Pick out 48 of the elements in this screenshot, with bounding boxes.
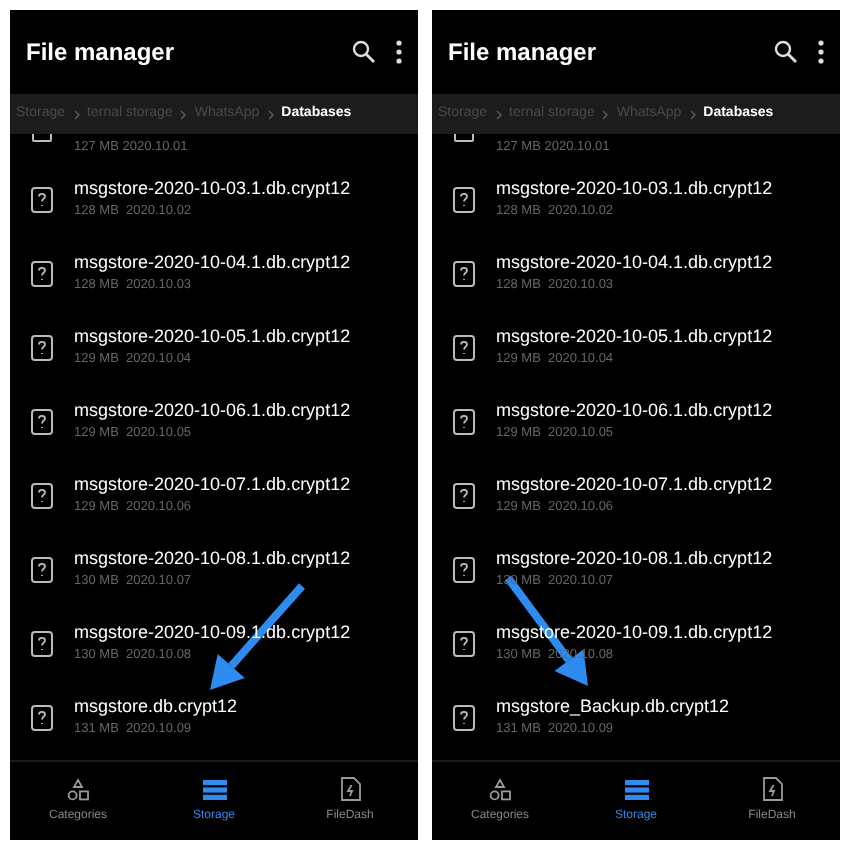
chevron-icon <box>267 109 274 119</box>
file-icon <box>452 259 476 287</box>
file-name: msgstore.db.crypt12 <box>74 693 238 720</box>
shapes-icon <box>66 777 90 801</box>
file-name: msgstore-2020-10-05.1.db.crypt12 <box>74 323 351 350</box>
file-name: msgstore-2020-10-06.1.db.crypt12 <box>496 397 773 424</box>
file-icon <box>30 703 54 731</box>
file-name: msgstore-2020-10-03.1.db.crypt12 <box>496 175 773 202</box>
chevron-icon <box>180 109 187 119</box>
document-icon <box>761 776 783 802</box>
chevron-icon <box>495 109 502 119</box>
file-icon <box>452 555 476 583</box>
search-icon[interactable] <box>774 40 798 64</box>
file-name: msgstore-2020-10-06.1.db.crypt12 <box>74 397 351 424</box>
more-icon[interactable] <box>396 40 402 64</box>
file-name: msgstore-2020-10-07.1.db.crypt12 <box>74 471 351 498</box>
file-icon <box>452 629 476 657</box>
file-name: msgstore-2020-10-07.1.db.crypt12 <box>496 471 773 498</box>
file-icon <box>452 185 476 213</box>
file-name: msgstore-2020-10-04.1.db.crypt12 <box>496 249 773 276</box>
file-icon <box>452 333 476 361</box>
file-icon <box>30 629 54 657</box>
document-icon <box>339 776 361 802</box>
file-icon <box>30 555 54 583</box>
file-name: msgstore-2020-10-05.1.db.crypt12 <box>496 323 773 350</box>
storage-icon <box>201 777 227 801</box>
app-title: File manager <box>448 36 597 70</box>
shapes-icon <box>488 777 512 801</box>
file-icon <box>452 407 476 435</box>
file-name: msgstore-2020-10-03.1.db.crypt12 <box>74 175 351 202</box>
file-name: msgstore-2020-10-08.1.db.crypt12 <box>496 545 773 572</box>
file-name: msgstore-2020-10-08.1.db.crypt12 <box>74 545 351 572</box>
search-icon[interactable] <box>352 40 376 64</box>
file-icon <box>30 333 54 361</box>
file-icon <box>452 703 476 731</box>
file-icon <box>30 259 54 287</box>
file-icon <box>30 185 54 213</box>
file-icon <box>30 481 54 509</box>
more-icon[interactable] <box>818 40 824 64</box>
chevron-icon <box>73 109 80 119</box>
file-name: msgstore-2020-10-04.1.db.crypt12 <box>74 249 351 276</box>
chevron-icon <box>689 109 696 119</box>
file-icon <box>30 407 54 435</box>
storage-icon <box>623 777 649 801</box>
app-title: File manager <box>26 36 175 70</box>
file-icon <box>452 481 476 509</box>
file-name: msgstore_Backup.db.crypt12 <box>496 693 730 720</box>
chevron-icon <box>602 109 609 119</box>
